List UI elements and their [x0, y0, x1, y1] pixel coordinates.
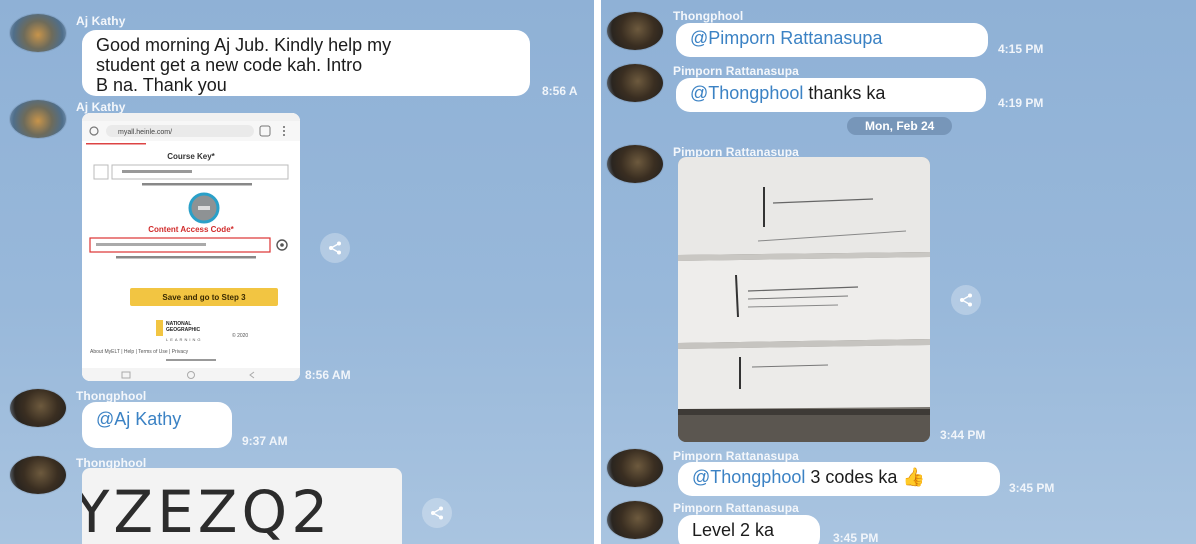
mention-link[interactable]: @Pimporn Rattanasupa: [690, 28, 882, 48]
svg-text:Save and go to Step 3: Save and go to Step 3: [162, 293, 246, 302]
share-icon[interactable]: [422, 498, 452, 528]
message-text: Level 2 ka: [692, 520, 775, 540]
avatar-thongphool[interactable]: [10, 389, 66, 427]
message-bubble[interactable]: @Aj Kathy: [82, 402, 232, 448]
image-message-photo[interactable]: [678, 157, 930, 442]
image-message-screenshot[interactable]: myall.heinle.com/ Course Key* Content Ac…: [82, 113, 300, 381]
share-icon[interactable]: [951, 285, 981, 315]
message-text: student get a new code kah. Intro: [96, 55, 363, 75]
code-slips-photo: [678, 157, 930, 442]
sender-name: Thongphool: [673, 9, 744, 23]
message-time: 3:45 PM: [1009, 481, 1055, 495]
sender-name: Pimporn Rattanasupa: [673, 449, 799, 463]
thumbs-up-icon: 👍: [902, 467, 925, 487]
svg-text:LEARNING: LEARNING: [166, 337, 202, 342]
sender-name: Aj Kathy: [76, 100, 126, 114]
date-divider: Mon, Feb 24: [847, 117, 953, 135]
sender-name: Thongphool: [76, 389, 147, 403]
avatar-thongphool[interactable]: [10, 456, 66, 494]
message-text: thanks ka: [803, 83, 886, 103]
sender-name: Aj Kathy: [76, 14, 126, 28]
message-text: Good morning Aj Jub. Kindly help my: [96, 35, 392, 55]
mention-link[interactable]: @Thongphool: [690, 83, 803, 103]
svg-text:Course Key*: Course Key*: [167, 152, 215, 161]
svg-text:© 2020: © 2020: [232, 332, 248, 339]
avatar-pimporn[interactable]: [607, 449, 663, 487]
message-time: 4:19 PM: [998, 96, 1044, 110]
message-time: 3:44 PM: [940, 428, 986, 442]
avatar-pimporn[interactable]: [607, 501, 663, 539]
phone-screenshot-image: myall.heinle.com/ Course Key* Content Ac…: [82, 113, 300, 381]
chat-panel-right: Thongphool @Pimporn Rattanasupa 4:15 PM …: [601, 0, 1196, 544]
avatar-aj-kathy[interactable]: [10, 100, 66, 138]
message-time: 4:15 PM: [998, 42, 1044, 56]
message-bubble[interactable]: Good morning Aj Jub. Kindly help my stud…: [82, 30, 530, 96]
message-text: 3 codes ka: [805, 467, 898, 487]
avatar-thongphool[interactable]: [607, 12, 663, 50]
message-bubble[interactable]: @Pimporn Rattanasupa: [676, 23, 988, 57]
url-text: myall.heinle.com/: [118, 129, 172, 136]
message-bubble[interactable]: @Thongphool 3 codes ka 👍: [678, 462, 1000, 496]
share-icon[interactable]: [320, 233, 350, 263]
avatar-pimporn[interactable]: [607, 145, 663, 183]
image-message-code[interactable]: YZEZQ2: [82, 468, 402, 544]
message-text: B na. Thank you: [96, 75, 227, 95]
chat-panel-left: Aj Kathy Good morning Aj Jub. Kindly hel…: [0, 0, 594, 544]
svg-text:GEOGRAPHIC: GEOGRAPHIC: [166, 327, 201, 333]
message-time: 8:56 A: [542, 84, 578, 98]
message-time: 8:56 AM: [305, 368, 351, 382]
svg-text:Content Access Code*: Content Access Code*: [148, 225, 234, 234]
mention-link[interactable]: @Aj Kathy: [96, 409, 181, 429]
sender-name: Pimporn Rattanasupa: [673, 501, 799, 515]
svg-text:About MyELT | Help | Terms: About MyELT | Help | Terms of Use | Priv…: [90, 349, 189, 355]
mention-link[interactable]: @Thongphool: [692, 467, 805, 487]
message-time: 9:37 AM: [242, 434, 288, 448]
avatar-aj-kathy[interactable]: [10, 14, 66, 52]
avatar-pimporn[interactable]: [607, 64, 663, 102]
message-bubble[interactable]: Level 2 ka: [678, 515, 820, 544]
message-time: 3:45 PM: [833, 531, 879, 544]
code-image-text: YZEZQ2: [82, 478, 333, 544]
sender-name: Pimporn Rattanasupa: [673, 64, 799, 78]
message-bubble[interactable]: @Thongphool thanks ka: [676, 78, 986, 112]
